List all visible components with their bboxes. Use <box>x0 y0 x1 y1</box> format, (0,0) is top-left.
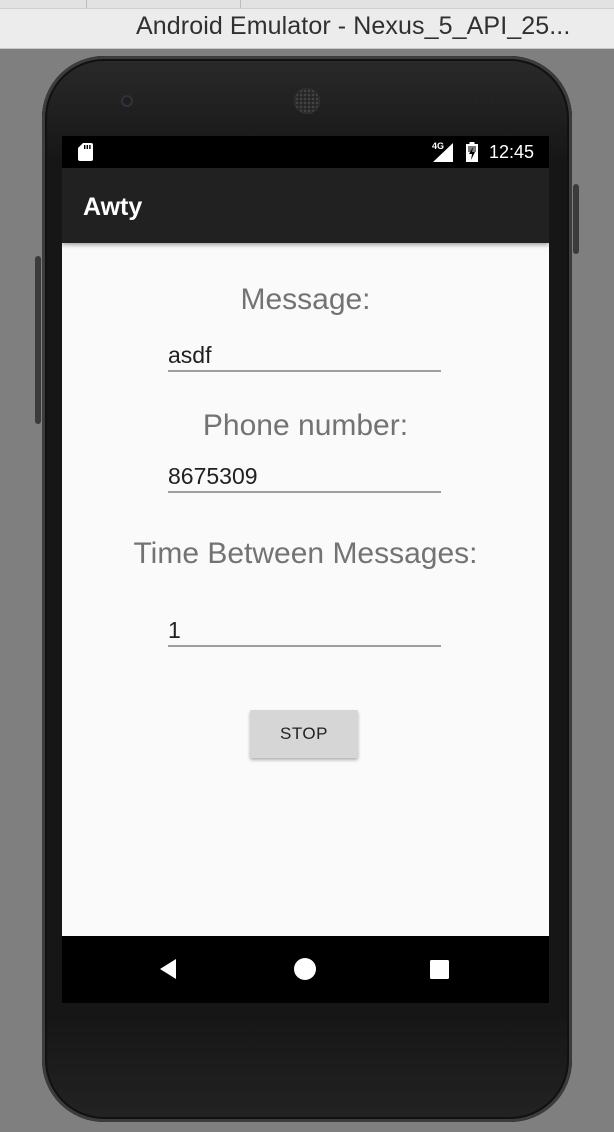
recents-icon[interactable] <box>426 956 452 982</box>
stop-button[interactable]: STOP <box>250 710 358 758</box>
device-screen: 4G 12:45 Awty Message: Phone number: Tim… <box>62 136 549 1003</box>
app-bar: Awty <box>62 168 549 243</box>
navigation-bar <box>62 936 549 1003</box>
proximity-sensor <box>473 97 480 104</box>
light-sensor <box>489 97 496 104</box>
earpiece-speaker <box>295 89 319 113</box>
interval-label: Time Between Messages: <box>133 537 478 570</box>
phone-input[interactable] <box>168 461 441 491</box>
phone-label: Phone number: <box>202 409 409 442</box>
volume-rocker[interactable] <box>35 256 41 424</box>
app-title: Awty <box>83 193 143 221</box>
sd-card-icon <box>78 143 93 161</box>
phone-field[interactable] <box>168 461 441 493</box>
app-content: Message: Phone number: Time Between Mess… <box>62 243 549 936</box>
message-field[interactable] <box>168 340 441 372</box>
battery-charging-icon <box>466 142 478 162</box>
power-button[interactable] <box>573 184 579 254</box>
interval-field[interactable] <box>168 615 441 647</box>
window-title: Android Emulator - Nexus_5_API_25... <box>136 12 571 40</box>
window-tab-strip <box>0 0 614 9</box>
cell-signal-icon <box>433 143 453 162</box>
home-icon[interactable] <box>292 956 318 982</box>
front-camera <box>121 95 133 107</box>
message-input[interactable] <box>168 340 441 370</box>
message-label: Message: <box>240 283 371 316</box>
window-title-bar: Android Emulator - Nexus_5_API_25... <box>0 0 614 49</box>
tab-divider <box>86 0 87 8</box>
interval-input[interactable] <box>168 615 441 645</box>
back-icon[interactable] <box>156 956 182 982</box>
status-clock: 12:45 <box>489 142 535 162</box>
status-bar: 4G 12:45 <box>62 136 549 168</box>
tab-divider <box>240 0 241 8</box>
